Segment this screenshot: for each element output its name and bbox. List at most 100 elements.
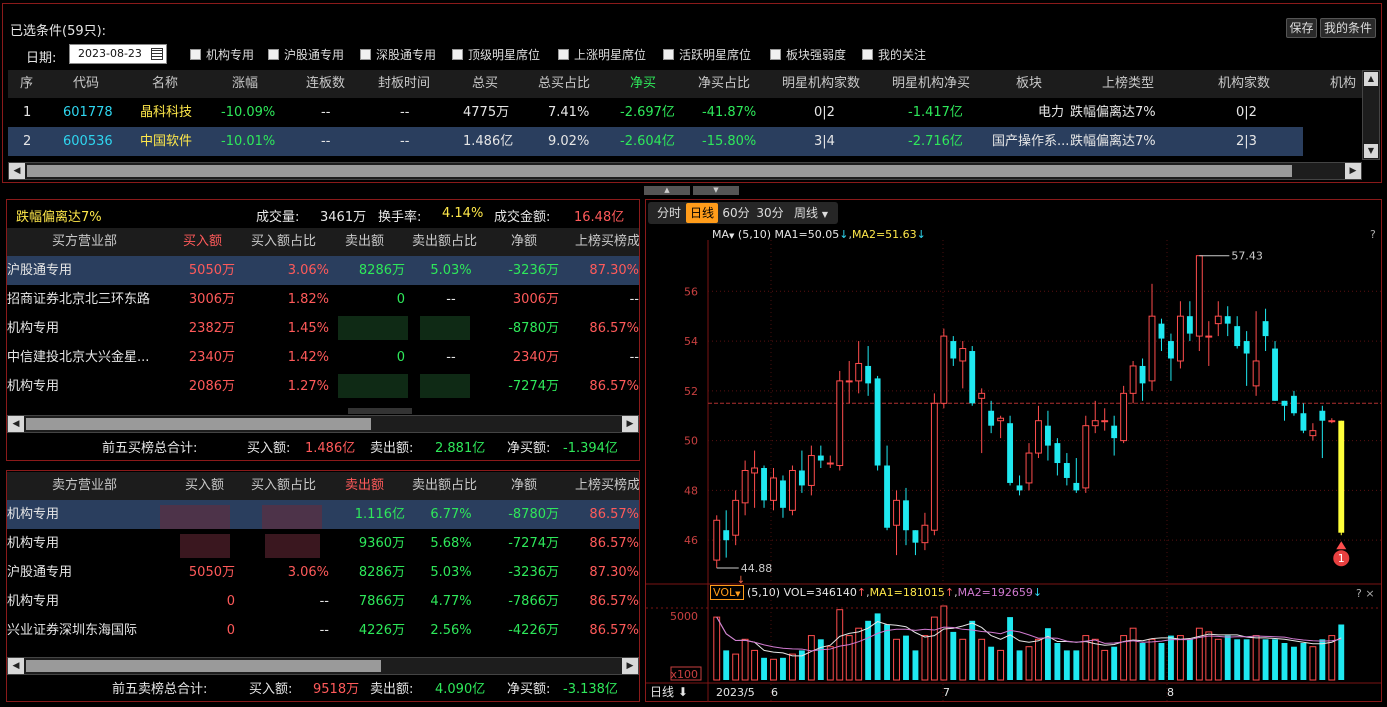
col-buy-pct[interactable]: 买入额占比: [251, 228, 316, 256]
col-sell-pct[interactable]: 卖出额占比: [412, 472, 477, 500]
scroll-left-icon[interactable]: ◀: [9, 163, 25, 179]
scroll-left-icon[interactable]: ◀: [8, 416, 24, 432]
col-change[interactable]: 涨幅: [232, 70, 258, 98]
date-field[interactable]: 2023-08-23: [69, 44, 167, 64]
scroll-thumb[interactable]: [27, 165, 1292, 177]
scroll-up-icon[interactable]: ▲: [1364, 72, 1378, 86]
col-rate[interactable]: 上榜买榜成: [575, 228, 639, 256]
buy-row[interactable]: 机构专用 2086万 1.27% -7274万 86.57%: [7, 372, 639, 401]
filter-rise-star[interactable]: 上涨明星席位: [558, 47, 646, 63]
col-sell-amt[interactable]: 卖出额: [345, 472, 384, 500]
scroll-right-icon[interactable]: ▶: [622, 416, 638, 432]
volume-bar: [836, 609, 844, 681]
sell-hscroll[interactable]: ◀ ▶: [7, 657, 639, 675]
buy-row[interactable]: 沪股通专用 5050万 3.06% 8286万 5.03% -3236万 87.30%: [7, 256, 639, 285]
col-buy-pct[interactable]: 买入额占比: [251, 472, 316, 500]
col-inst-count[interactable]: 机构家数: [1218, 70, 1270, 98]
splitter-up-handle[interactable]: ▲: [644, 186, 690, 195]
sell-row[interactable]: 兴业证券深圳东海国际 0 -- 4226万 2.56% -4226万 86.57%: [7, 616, 639, 645]
tab-intraday[interactable]: 分时: [652, 203, 686, 223]
sell-row[interactable]: 机构专用 0 -- 7866万 4.77% -7866万 86.57%: [7, 587, 639, 616]
candle-body: [988, 410, 995, 426]
buy-row[interactable]: 机构专用 2382万 1.45% -8780万 86.57%: [7, 314, 639, 343]
col-sell-amt[interactable]: 卖出额: [345, 228, 384, 256]
col-rate[interactable]: 上榜买榜成: [575, 472, 639, 500]
col-buyer[interactable]: 买方营业部: [52, 228, 117, 256]
scroll-thumb[interactable]: [26, 660, 381, 672]
col-code[interactable]: 代码: [73, 70, 99, 98]
candle-body: [1272, 348, 1278, 401]
my-conditions-button[interactable]: 我的条件: [1320, 18, 1376, 38]
scroll-right-icon[interactable]: ▶: [1345, 163, 1361, 179]
ma-dropdown-icon[interactable]: ▼: [729, 232, 734, 240]
filter-hk-sh[interactable]: 沪股通专用: [268, 47, 344, 63]
volume-bar: [1007, 617, 1014, 680]
col-buy-amt[interactable]: 买入额: [185, 472, 224, 500]
vol-tick-label: 5000: [670, 610, 698, 623]
stock-row-1[interactable]: 1 601778 晶科科技 -10.09% -- -- 4775万 7.41% …: [8, 98, 1303, 127]
scroll-left-icon[interactable]: ◀: [8, 658, 24, 674]
stock-row-2[interactable]: 2 600536 中国软件 -10.01% -- -- 1.486亿 9.02%…: [8, 127, 1303, 156]
kline-chart[interactable]: 46 48 50 52 54 56 57.43 44.88↓ 1 5000 x100 2023/5 6 7…: [646, 240, 1381, 702]
list-type-label: 跌幅偏离达7%: [16, 210, 102, 225]
sell-row[interactable]: 机构专用 1.116亿 6.77% -8780万 86.57%: [7, 500, 639, 529]
col-star-net[interactable]: 明星机构净买: [892, 70, 970, 98]
tab-60min[interactable]: 60分: [720, 203, 752, 223]
col-net[interactable]: 净额: [511, 472, 537, 500]
col-inst[interactable]: 机构: [1330, 70, 1360, 98]
candle-body: [1148, 315, 1156, 382]
col-name[interactable]: 名称: [152, 70, 178, 98]
filter-active-star[interactable]: 活跃明星席位: [663, 47, 751, 63]
volume-bar: [1262, 639, 1269, 680]
top-vscroll[interactable]: ▲ ▼: [1362, 70, 1380, 160]
sell-row[interactable]: 沪股通专用 5050万 3.06% 8286万 5.03% -3236万 87.30%: [7, 558, 639, 587]
volume-bar: [770, 658, 777, 681]
col-total-buy-pct[interactable]: 总买占比: [538, 70, 590, 98]
col-seal-time[interactable]: 封板时间: [378, 70, 430, 98]
filter-top-star[interactable]: 顶级明星席位: [452, 47, 540, 63]
candle-body: [1214, 315, 1222, 325]
save-button[interactable]: 保存: [1286, 18, 1317, 38]
col-net[interactable]: 净额: [511, 228, 537, 256]
volume-bar: [893, 638, 900, 681]
col-star-count[interactable]: 明星机构家数: [782, 70, 860, 98]
col-net-buy-pct[interactable]: 净买占比: [698, 70, 750, 98]
y-tick-label: 50: [684, 435, 698, 448]
filter-institution[interactable]: 机构专用: [190, 47, 254, 63]
buy-cell: -3236万: [508, 263, 559, 278]
tab-weekly[interactable]: 周线 ▼: [788, 203, 834, 223]
col-seller[interactable]: 卖方营业部: [52, 472, 117, 500]
volume-bar: [1243, 639, 1250, 680]
col-limit-days[interactable]: 连板数: [306, 70, 345, 98]
sell-row[interactable]: 机构专用 9360万 5.68% -7274万 86.57%: [7, 529, 639, 558]
scroll-right-icon[interactable]: ▶: [622, 658, 638, 674]
col-sell-pct[interactable]: 卖出额占比: [412, 228, 477, 256]
filter-hk-sz[interactable]: 深股通专用: [360, 47, 436, 63]
candle-body: [1129, 365, 1137, 394]
filter-watchlist[interactable]: 我的关注: [862, 47, 926, 63]
scroll-down-icon[interactable]: ▼: [1364, 144, 1378, 158]
col-sector[interactable]: 板块: [1016, 70, 1042, 98]
filter-sector-strength[interactable]: 板块强弱度: [770, 47, 846, 63]
splitter-down-handle[interactable]: ▼: [693, 186, 739, 195]
buy-hscroll[interactable]: ◀ ▶: [7, 415, 639, 433]
scroll-thumb[interactable]: [26, 418, 371, 430]
buy-row[interactable]: 招商证券北京北三环东路 3006万 1.82% 0 -- 3006万 --: [7, 285, 639, 314]
sell-cell: -7866万: [508, 594, 559, 609]
sell-cell: 兴业证券深圳东海国际: [7, 623, 138, 638]
top-hscroll[interactable]: ◀ ▶: [8, 162, 1362, 180]
calendar-icon[interactable]: [151, 48, 163, 60]
volume-bar: [807, 635, 815, 681]
y-tick-label: 56: [684, 285, 698, 298]
candle-body: [1186, 316, 1193, 334]
tab-30min[interactable]: 30分: [754, 203, 786, 223]
col-seq[interactable]: 序: [20, 70, 33, 98]
col-list-type[interactable]: 上榜类型: [1102, 70, 1154, 98]
volume-bar: [1073, 650, 1080, 680]
buy-row[interactable]: 中信建投北京大兴金星... 2340万 1.42% 0 -- 2340万 --: [7, 343, 639, 372]
tab-daily[interactable]: 日线: [686, 203, 718, 223]
col-net-buy[interactable]: 净买: [630, 70, 656, 98]
col-total-buy[interactable]: 总买: [472, 70, 498, 98]
period-label: 日线 ⬇: [650, 685, 688, 699]
col-buy-amt[interactable]: 买入额: [183, 228, 222, 256]
